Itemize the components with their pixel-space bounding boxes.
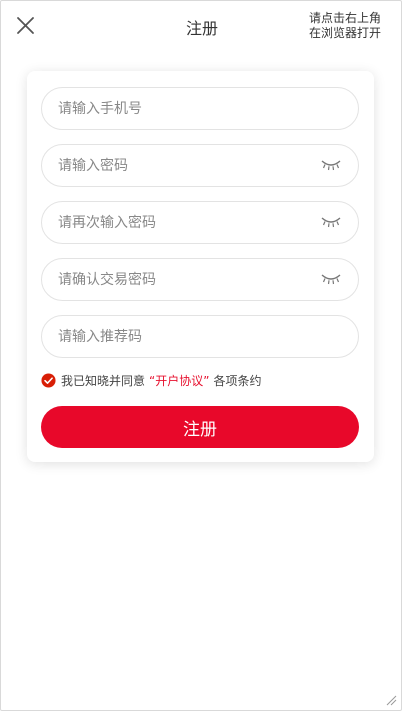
confirm-password-input[interactable] — [58, 202, 308, 243]
register-button[interactable]: 注册 — [41, 406, 359, 448]
eye-closed-icon[interactable] — [320, 215, 342, 229]
agreement-row: 我已知晓并同意 “开户协议” 各项条约 — [41, 371, 261, 389]
checked-circle-icon[interactable] — [41, 372, 56, 388]
agreement-prefix: 我已知晓并同意 — [61, 373, 146, 388]
eye-closed-icon[interactable] — [320, 158, 342, 172]
account-agreement-link[interactable]: “开户协议” — [149, 372, 209, 389]
trade-password-input[interactable] — [58, 259, 308, 300]
page-frame: 注册 请点击右上角在浏览器打开 请输入手机号 请输入推荐码 我已知晓并同意 “开… — [0, 0, 402, 711]
phone-field — [41, 87, 359, 130]
phone-input[interactable] — [58, 88, 308, 129]
resize-grip-icon[interactable] — [385, 694, 397, 706]
open-in-browser-hint: 请点击右上角在浏览器打开 — [308, 11, 381, 40]
password-input[interactable] — [58, 145, 308, 186]
referral-code-input[interactable] — [58, 316, 308, 357]
register-card: 我已知晓并同意 “开户协议” 各项条约 注册 — [27, 71, 374, 462]
agreement-suffix: 各项条约 — [213, 373, 262, 388]
header: 注册 请点击右上角在浏览器打开 — [1, 1, 402, 51]
confirm-password-field — [41, 201, 359, 244]
eye-closed-icon[interactable] — [320, 272, 342, 286]
trade-password-field — [41, 258, 359, 301]
referral-code-field — [41, 315, 359, 358]
password-field — [41, 144, 359, 187]
